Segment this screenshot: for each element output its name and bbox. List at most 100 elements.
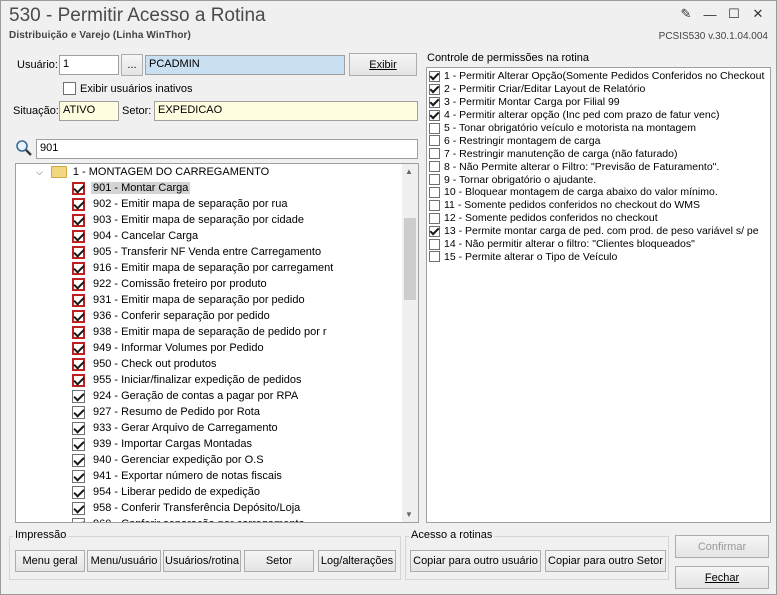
tree-item-checkbox[interactable] [72, 229, 85, 243]
exibir-inativos-option[interactable]: Exibir usuários inativos [63, 82, 193, 95]
permission-checkbox[interactable] [429, 109, 440, 121]
permission-item[interactable]: 5 - Tonar obrigatório veículo e motorist… [429, 122, 770, 135]
permission-checkbox[interactable] [429, 96, 440, 108]
tree-item[interactable]: 904 - Cancelar Carga [72, 228, 200, 244]
tree-item[interactable]: 949 - Informar Volumes por Pedido [72, 340, 266, 356]
tree-item[interactable]: 939 - Importar Cargas Montadas [72, 436, 254, 452]
tree-item[interactable]: 938 - Emitir mapa de separação de pedido… [72, 324, 329, 340]
tree-item-checkbox[interactable] [72, 181, 85, 195]
tree-item[interactable]: 933 - Gerar Arquivo de Carregamento [72, 420, 280, 436]
tree-item[interactable]: 960 - Conferir separação por carregament… [72, 516, 307, 522]
permission-checkbox[interactable] [429, 70, 440, 82]
permission-checkbox[interactable] [429, 148, 440, 160]
permission-checkbox[interactable] [429, 186, 440, 198]
tree-item[interactable]: 954 - Liberar pedido de expedição [72, 484, 262, 500]
permission-item[interactable]: 15 - Permite alterar o Tipo de Veículo [429, 250, 770, 263]
tree-item-checkbox[interactable] [72, 357, 85, 371]
confirmar-button[interactable]: Confirmar [675, 535, 769, 558]
scroll-down-icon[interactable]: ▼ [405, 510, 413, 519]
permission-checkbox[interactable] [429, 225, 440, 237]
tree-group[interactable]: ⌵ 1 - MONTAGEM DO CARREGAMENTO [36, 164, 269, 180]
permission-checkbox[interactable] [429, 251, 440, 263]
log-alteracoes-button[interactable]: Log/alterações [318, 550, 396, 572]
copiar-usuario-button[interactable]: Copiar para outro usuário [410, 550, 541, 572]
tree-item-checkbox[interactable] [72, 197, 85, 211]
tree-item-checkbox[interactable] [72, 501, 85, 515]
tree-item[interactable]: 950 - Check out produtos [72, 356, 219, 372]
tree-item[interactable]: 903 - Emitir mapa de separação por cidad… [72, 212, 306, 228]
tree-scroll-thumb[interactable] [404, 218, 416, 300]
tree-item-checkbox[interactable] [72, 309, 85, 323]
tree-item[interactable]: 931 - Emitir mapa de separação por pedid… [72, 292, 307, 308]
copiar-setor-button[interactable]: Copiar para outro Setor [545, 550, 666, 572]
permission-item[interactable]: 3 - Permitir Montar Carga por Filial 99 [429, 96, 770, 109]
permission-checkbox[interactable] [429, 199, 440, 211]
permission-item[interactable]: 12 - Somente pedidos conferidos no check… [429, 212, 770, 225]
tree-item-checkbox[interactable] [72, 213, 85, 227]
maximize-icon[interactable]: ☐ [722, 4, 746, 24]
tree-item-checkbox[interactable] [72, 261, 85, 275]
menu-geral-button[interactable]: Menu geral [15, 550, 85, 572]
permission-item[interactable]: 13 - Permite montar carga de ped. com pr… [429, 225, 770, 238]
tree-item[interactable]: 936 - Conferir separação por pedido [72, 308, 272, 324]
tree-item-checkbox[interactable] [72, 325, 85, 339]
tree-item[interactable]: 905 - Transferir NF Venda entre Carregam… [72, 244, 323, 260]
usuario-code-input[interactable]: 1 [59, 55, 119, 75]
lookup-button[interactable]: ... [121, 54, 143, 76]
tree-item-checkbox[interactable] [72, 469, 85, 483]
permission-item[interactable]: 6 - Restringir montagem de carga [429, 134, 770, 147]
tree-item[interactable]: 902 - Emitir mapa de separação por rua [72, 196, 289, 212]
permission-checkbox[interactable] [429, 83, 440, 95]
search-input[interactable]: 901 [36, 139, 418, 159]
permission-label: 2 - Permitir Criar/Editar Layout de Rela… [444, 83, 646, 96]
expand-chevron-icon[interactable]: ⌵ [36, 167, 43, 178]
tree-item-checkbox[interactable] [72, 485, 85, 499]
permission-item[interactable]: 4 - Permitir alterar opção (Inc ped com … [429, 109, 770, 122]
fechar-button[interactable]: Fechar [675, 566, 769, 589]
tree-item[interactable]: 924 - Geração de contas a pagar por RPA [72, 388, 300, 404]
tree-item-checkbox[interactable] [72, 405, 85, 419]
tree-item[interactable]: 901 - Montar Carga [72, 180, 191, 196]
permission-item[interactable]: 8 - Não Permite alterar o Filtro: "Previ… [429, 160, 770, 173]
tree-item-checkbox[interactable] [72, 421, 85, 435]
permission-item[interactable]: 7 - Restringir manutenção de carga (não … [429, 147, 770, 160]
permission-item[interactable]: 14 - Não permitir alterar o filtro: "Cli… [429, 238, 770, 251]
tree-item-checkbox[interactable] [72, 389, 85, 403]
close-icon[interactable]: ✕ [746, 4, 770, 24]
tree-item-checkbox[interactable] [72, 437, 85, 451]
tree-item-checkbox[interactable] [72, 373, 85, 387]
tree-scrollbar[interactable]: ▲ ▼ [402, 164, 418, 522]
edit-icon[interactable]: ✎ [674, 4, 698, 24]
permission-checkbox[interactable] [429, 238, 440, 250]
permission-checkbox[interactable] [429, 122, 440, 134]
tree-item-checkbox[interactable] [72, 453, 85, 467]
scroll-up-icon[interactable]: ▲ [405, 167, 413, 176]
tree-item[interactable]: 922 - Comissão freteiro por produto [72, 276, 269, 292]
permission-item[interactable]: 11 - Somente pedidos conferidos no check… [429, 199, 770, 212]
minimize-icon[interactable]: — [698, 4, 722, 24]
tree-item[interactable]: 927 - Resumo de Pedido por Rota [72, 404, 262, 420]
tree-item[interactable]: 941 - Exportar número de notas fiscais [72, 468, 284, 484]
permission-checkbox[interactable] [429, 161, 440, 173]
tree-item-checkbox[interactable] [72, 245, 85, 259]
usuarios-rotina-button[interactable]: Usuários/rotina [163, 550, 241, 572]
tree-item-checkbox[interactable] [72, 341, 85, 355]
permission-item[interactable]: 2 - Permitir Criar/Editar Layout de Rela… [429, 83, 770, 96]
tree-item-checkbox[interactable] [72, 293, 85, 307]
tree-item[interactable]: 955 - Iniciar/finalizar expedição de ped… [72, 372, 304, 388]
tree-item[interactable]: 940 - Gerenciar expedição por O.S [72, 452, 266, 468]
permission-checkbox[interactable] [429, 212, 440, 224]
exibir-button[interactable]: Exibir [349, 53, 417, 76]
setor-button[interactable]: Setor [244, 550, 314, 572]
permission-item[interactable]: 9 - Tornar obrigatório o ajudante. [429, 173, 770, 186]
tree-item[interactable]: 958 - Conferir Transferência Depósito/Lo… [72, 500, 302, 516]
exibir-inativos-checkbox[interactable] [63, 82, 76, 95]
permission-item[interactable]: 10 - Bloquear montagem de carga abaixo d… [429, 186, 770, 199]
menu-usuario-button[interactable]: Menu/usuário [87, 550, 161, 572]
tree-item-checkbox[interactable] [72, 277, 85, 291]
permission-checkbox[interactable] [429, 135, 440, 147]
tree-item-checkbox[interactable] [72, 517, 85, 522]
permission-item[interactable]: 1 - Permitir Alterar Opção(Somente Pedid… [429, 70, 770, 83]
permission-checkbox[interactable] [429, 174, 440, 186]
tree-item[interactable]: 916 - Emitir mapa de separação por carre… [72, 260, 335, 276]
